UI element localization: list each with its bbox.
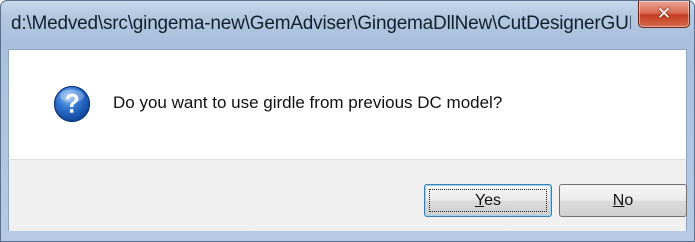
message-box-window: d:\Medved\src\gingema-new\GemAdviser\Gin… bbox=[0, 0, 695, 242]
close-button[interactable]: ✕ bbox=[638, 1, 690, 28]
window-bottom-frame bbox=[1, 231, 694, 242]
question-icon bbox=[53, 85, 91, 123]
title-bar[interactable]: d:\Medved\src\gingema-new\GemAdviser\Gin… bbox=[1, 1, 694, 49]
window-title: d:\Medved\src\gingema-new\GemAdviser\Gin… bbox=[11, 13, 631, 34]
yes-button-label: Yes bbox=[475, 192, 501, 210]
yes-label-rest: es bbox=[484, 191, 502, 209]
no-button[interactable]: No bbox=[559, 184, 687, 217]
button-bar: Yes No bbox=[8, 159, 687, 231]
no-mnemonic: N bbox=[612, 191, 625, 209]
close-icon: ✕ bbox=[656, 3, 672, 24]
yes-button[interactable]: Yes bbox=[424, 184, 552, 217]
yes-mnemonic: Y bbox=[474, 191, 485, 209]
dialog-content: Do you want to use girdle from previous … bbox=[8, 49, 687, 159]
dialog-message: Do you want to use girdle from previous … bbox=[113, 93, 503, 112]
no-button-label: No bbox=[613, 192, 633, 210]
no-label-rest: o bbox=[624, 191, 634, 209]
